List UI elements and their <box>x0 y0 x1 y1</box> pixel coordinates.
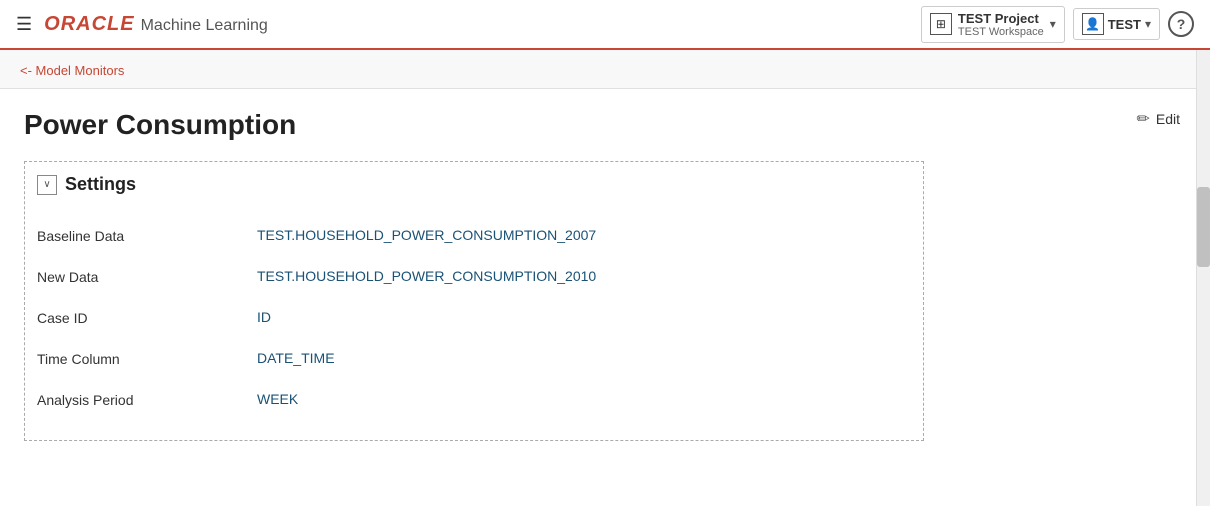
workspace-name: TEST Workspace <box>958 26 1044 38</box>
menu-icon[interactable]: ☰ <box>16 14 32 35</box>
settings-header: ∨ Settings <box>37 174 907 195</box>
brand-ml-text: Machine Learning <box>141 17 268 35</box>
brand-oracle-text: ORACLE <box>44 13 134 36</box>
field-value: ID <box>257 309 271 325</box>
field-row: Case ID ID <box>37 297 907 338</box>
field-label: Analysis Period <box>37 391 257 408</box>
field-row: Time Column DATE_TIME <box>37 338 907 379</box>
field-label: Baseline Data <box>37 227 257 244</box>
collapse-icon[interactable]: ∨ <box>37 175 57 195</box>
project-chevron-icon: ▾ <box>1050 17 1056 31</box>
user-icon: 👤 <box>1082 13 1104 35</box>
field-label: Case ID <box>37 309 257 326</box>
field-row: New Data TEST.HOUSEHOLD_POWER_CONSUMPTIO… <box>37 256 907 297</box>
field-value: WEEK <box>257 391 298 407</box>
header-right: ⊞ TEST Project TEST Workspace ▾ 👤 TEST ▾… <box>921 6 1194 43</box>
breadcrumb-bar: <- Model Monitors <box>0 50 1210 89</box>
header-left: ☰ ORACLE Machine Learning <box>16 13 921 36</box>
field-value: TEST.HOUSEHOLD_POWER_CONSUMPTION_2010 <box>257 268 596 284</box>
help-button[interactable]: ? <box>1168 11 1194 37</box>
user-name: TEST <box>1108 17 1141 32</box>
field-label: New Data <box>37 268 257 285</box>
settings-section: ∨ Settings Baseline Data TEST.HOUSEHOLD_… <box>24 161 924 441</box>
project-selector[interactable]: ⊞ TEST Project TEST Workspace ▾ <box>921 6 1065 43</box>
edit-button[interactable]: ✏ Edit <box>1136 109 1180 129</box>
field-row: Analysis Period WEEK <box>37 379 907 420</box>
project-text: TEST Project TEST Workspace <box>958 11 1044 38</box>
page-title: Power Consumption <box>24 109 1186 141</box>
field-row: Baseline Data TEST.HOUSEHOLD_POWER_CONSU… <box>37 215 907 256</box>
header: ☰ ORACLE Machine Learning ⊞ TEST Project… <box>0 0 1210 50</box>
field-label: Time Column <box>37 350 257 367</box>
main-content: Power Consumption ✏ Edit ∨ Settings Base… <box>0 89 1210 505</box>
field-value: DATE_TIME <box>257 350 335 366</box>
breadcrumb-link[interactable]: <- Model Monitors <box>20 63 124 78</box>
project-icon: ⊞ <box>930 13 952 35</box>
scrollbar-track[interactable] <box>1196 50 1210 506</box>
settings-fields: Baseline Data TEST.HOUSEHOLD_POWER_CONSU… <box>37 215 907 420</box>
brand: ORACLE Machine Learning <box>44 13 268 36</box>
settings-title: Settings <box>65 174 136 195</box>
project-name: TEST Project <box>958 11 1044 26</box>
user-selector[interactable]: 👤 TEST ▾ <box>1073 8 1160 40</box>
pencil-icon: ✏ <box>1136 109 1149 129</box>
field-value: TEST.HOUSEHOLD_POWER_CONSUMPTION_2007 <box>257 227 596 243</box>
scrollbar-thumb[interactable] <box>1197 187 1210 267</box>
edit-label: Edit <box>1156 111 1180 127</box>
user-chevron-icon: ▾ <box>1145 17 1151 31</box>
